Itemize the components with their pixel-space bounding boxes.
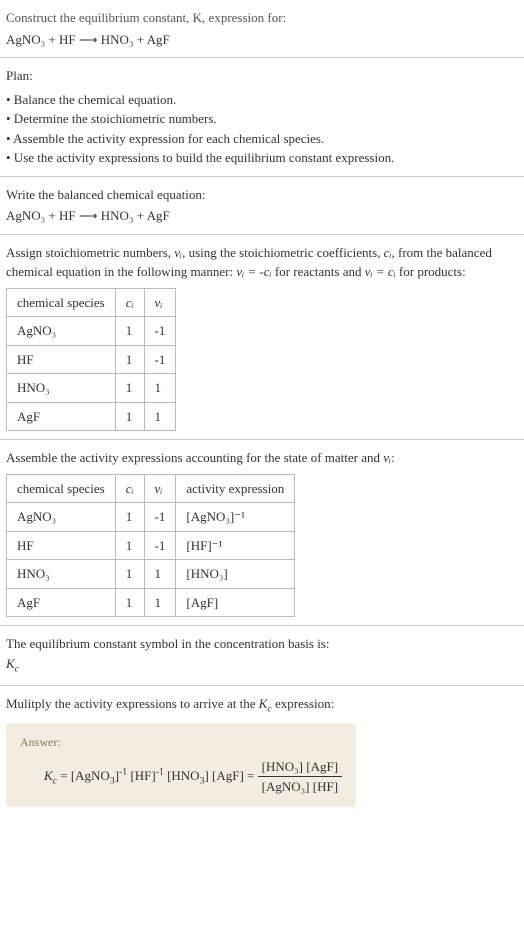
stoich-nu-i: νᵢ (174, 245, 182, 260)
cell-c: 1 (115, 345, 144, 374)
answer-fraction: [HNO₃] [AgF] [AgNO₃] [HF] (258, 757, 342, 797)
plan-item: • Use the activity expressions to build … (6, 148, 518, 168)
table-row: AgNO₃ 1 -1 (7, 317, 176, 346)
cell-species: AgF (7, 588, 116, 617)
answer-content: Kc = [AgNO3]-1 [HF]-1 [HNO3] [AgF] = [HN… (20, 757, 342, 797)
balanced-section: Write the balanced chemical equation: Ag… (0, 177, 524, 235)
symbol-kc: Kc (6, 654, 518, 677)
cell-act: [AgF] (176, 588, 295, 617)
stoich-rel1: νᵢ = -cᵢ (236, 264, 271, 279)
cell-nu: -1 (144, 531, 176, 560)
table-row: HNO₃ 1 1 [HNO₃] (7, 560, 295, 589)
cell-c: 1 (115, 317, 144, 346)
col-nui: νᵢ (144, 288, 176, 317)
multiply-heading-b: expression: (272, 696, 334, 711)
col-species: chemical species (7, 474, 116, 503)
stoich-text-a: Assign stoichiometric numbers, (6, 245, 174, 260)
intro-equation: AgNO₃ + HF ⟶ HNO₃ + AgF (6, 30, 518, 50)
balanced-equation: AgNO₃ + HF ⟶ HNO₃ + AgF (6, 206, 518, 226)
plan-list: • Balance the chemical equation. • Deter… (6, 90, 518, 168)
activity-heading-b: : (391, 450, 395, 465)
col-nui: νᵢ (144, 474, 176, 503)
cell-nu: 1 (144, 402, 176, 431)
cell-nu: -1 (144, 503, 176, 532)
answer-denominator: [AgNO₃] [HF] (258, 777, 342, 797)
table-row: HF 1 -1 [HF]⁻¹ (7, 531, 295, 560)
intro-line1: Construct the equilibrium constant, K, e… (6, 10, 286, 25)
stoich-text-b: , using the stoichiometric coefficients, (182, 245, 384, 260)
multiply-heading-a: Mulitply the activity expressions to arr… (6, 696, 259, 711)
multiply-kc: Kc (259, 696, 272, 711)
cell-nu: 1 (144, 560, 176, 589)
activity-section: Assemble the activity expressions accoun… (0, 440, 524, 626)
activity-table: chemical species cᵢ νᵢ activity expressi… (6, 474, 295, 618)
cell-c: 1 (115, 588, 144, 617)
answer-kc-symbol: Kc (44, 768, 57, 783)
cell-act: [AgNO₃]⁻¹ (176, 503, 295, 532)
stoich-section: Assign stoichiometric numbers, νᵢ, using… (0, 235, 524, 441)
cell-species: AgF (7, 402, 116, 431)
cell-species: AgNO₃ (7, 317, 116, 346)
symbol-line1: The equilibrium constant symbol in the c… (6, 634, 518, 654)
col-ci: cᵢ (115, 474, 144, 503)
intro-prompt: Construct the equilibrium constant, K, e… (6, 8, 518, 28)
cell-species: HNO₃ (7, 560, 116, 589)
activity-nu-i: νᵢ (383, 450, 391, 465)
stoich-text: Assign stoichiometric numbers, νᵢ, using… (6, 243, 518, 282)
plan-item: • Determine the stoichiometric numbers. (6, 109, 518, 129)
cell-species: HF (7, 345, 116, 374)
cell-act: [HNO₃] (176, 560, 295, 589)
multiply-heading: Mulitply the activity expressions to arr… (6, 694, 518, 717)
stoich-text-e: for products: (396, 264, 466, 279)
answer-equals: = [AgNO3]-1 [HF]-1 [HNO3] [AgF] = (60, 768, 257, 783)
activity-heading-a: Assemble the activity expressions accoun… (6, 450, 383, 465)
plan-section: Plan: • Balance the chemical equation. •… (0, 58, 524, 177)
answer-label: Answer: (20, 733, 342, 751)
cell-c: 1 (115, 402, 144, 431)
plan-item: • Balance the chemical equation. (6, 90, 518, 110)
col-species: chemical species (7, 288, 116, 317)
table-row: HF 1 -1 (7, 345, 176, 374)
multiply-section: Mulitply the activity expressions to arr… (0, 686, 524, 815)
cell-act: [HF]⁻¹ (176, 531, 295, 560)
cell-nu: 1 (144, 374, 176, 403)
stoich-c-i: cᵢ (384, 245, 392, 260)
cell-c: 1 (115, 560, 144, 589)
plan-item: • Assemble the activity expression for e… (6, 129, 518, 149)
stoich-rel2: νᵢ = cᵢ (365, 264, 396, 279)
answer-box: Answer: Kc = [AgNO3]-1 [HF]-1 [HNO3] [Ag… (6, 723, 356, 807)
cell-nu: -1 (144, 345, 176, 374)
stoich-table: chemical species cᵢ νᵢ AgNO₃ 1 -1 HF 1 -… (6, 288, 176, 432)
cell-c: 1 (115, 503, 144, 532)
symbol-section: The equilibrium constant symbol in the c… (0, 626, 524, 686)
cell-species: HNO₃ (7, 374, 116, 403)
table-row: AgNO₃ 1 -1 [AgNO₃]⁻¹ (7, 503, 295, 532)
cell-c: 1 (115, 531, 144, 560)
answer-numerator: [HNO₃] [AgF] (258, 757, 342, 778)
table-row: AgF 1 1 [AgF] (7, 588, 295, 617)
cell-c: 1 (115, 374, 144, 403)
cell-species: AgNO₃ (7, 503, 116, 532)
cell-species: HF (7, 531, 116, 560)
cell-nu: -1 (144, 317, 176, 346)
cell-nu: 1 (144, 588, 176, 617)
stoich-text-d: for reactants and (272, 264, 365, 279)
col-activity: activity expression (176, 474, 295, 503)
col-ci: cᵢ (115, 288, 144, 317)
activity-heading: Assemble the activity expressions accoun… (6, 448, 518, 468)
plan-heading: Plan: (6, 66, 518, 86)
balanced-heading: Write the balanced chemical equation: (6, 185, 518, 205)
intro-section: Construct the equilibrium constant, K, e… (0, 0, 524, 58)
table-row: AgF 1 1 (7, 402, 176, 431)
table-header-row: chemical species cᵢ νᵢ (7, 288, 176, 317)
table-header-row: chemical species cᵢ νᵢ activity expressi… (7, 474, 295, 503)
table-row: HNO₃ 1 1 (7, 374, 176, 403)
